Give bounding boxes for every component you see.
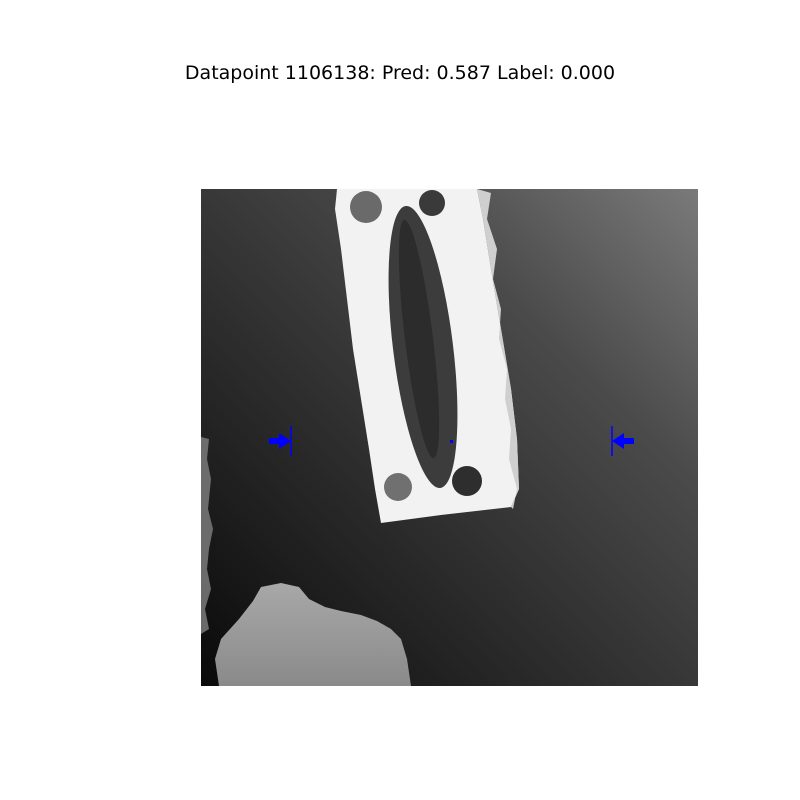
hole-top-right: [419, 190, 445, 216]
hole-bottom-right: [452, 466, 482, 496]
depth-image-panel: [201, 189, 698, 686]
grasp-center: [450, 440, 453, 443]
figure-page: Datapoint 1106138: Pred: 0.587 Label: 0.…: [0, 0, 800, 800]
plot-title: Datapoint 1106138: Pred: 0.587 Label: 0.…: [184, 62, 616, 84]
depth-image: [201, 189, 698, 686]
hole-top-left: [350, 191, 382, 223]
hole-bottom-left: [384, 473, 412, 501]
